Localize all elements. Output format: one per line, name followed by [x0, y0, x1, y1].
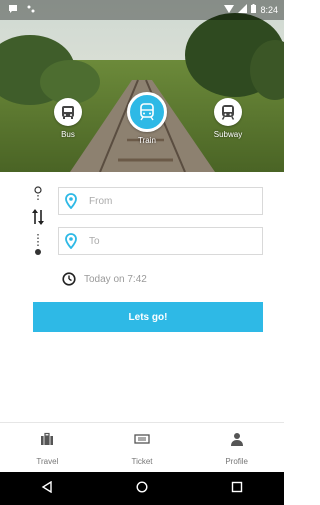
location-pin-icon [65, 233, 79, 249]
departure-time-selector[interactable]: Today on 7:42 [62, 272, 147, 286]
person-icon [230, 432, 244, 451]
android-notification-icon [26, 4, 36, 16]
nav-item-travel[interactable]: Travel [0, 423, 95, 473]
transport-label-train: Train [138, 136, 156, 145]
subway-icon [214, 98, 242, 126]
location-pin-icon [65, 193, 79, 209]
transport-option-subway[interactable]: Subway [198, 98, 258, 139]
bus-icon [54, 98, 82, 126]
departure-time-text: Today on 7:42 [84, 273, 147, 285]
message-notification-icon [8, 4, 18, 16]
ticket-icon [134, 432, 150, 451]
status-time: 8:24 [260, 4, 278, 15]
wifi-icon [224, 4, 235, 15]
train-icon [127, 92, 167, 132]
bottom-navigation: Travel Ticket Profile [0, 422, 284, 473]
recent-apps-icon[interactable] [231, 480, 243, 498]
home-icon[interactable] [136, 480, 148, 498]
nav-item-ticket[interactable]: Ticket [95, 423, 190, 473]
nav-label-ticket: Ticket [131, 457, 153, 466]
hero-banner [0, 0, 284, 172]
suitcase-icon [40, 432, 54, 451]
railway-landscape-image [0, 0, 284, 172]
battery-icon [251, 4, 257, 15]
transport-option-bus[interactable]: Bus [38, 98, 98, 139]
transport-option-train[interactable]: Train [117, 92, 177, 145]
swap-icon[interactable] [31, 208, 45, 231]
from-field[interactable] [58, 187, 263, 215]
nav-label-profile: Profile [225, 457, 249, 466]
signal-icon [238, 4, 248, 15]
nav-label-travel: Travel [36, 457, 59, 466]
back-icon[interactable] [41, 480, 53, 498]
nav-item-profile[interactable]: Profile [189, 423, 284, 473]
clock-icon [62, 272, 76, 286]
status-bar: 8:24 [0, 0, 284, 20]
to-field[interactable] [58, 227, 263, 255]
transport-label-bus: Bus [61, 130, 75, 139]
system-navigation-bar [0, 472, 284, 505]
to-input[interactable] [87, 234, 251, 248]
transport-label-subway: Subway [213, 130, 243, 139]
lets-go-button[interactable]: Lets go! [33, 302, 263, 332]
from-input[interactable] [87, 194, 251, 208]
